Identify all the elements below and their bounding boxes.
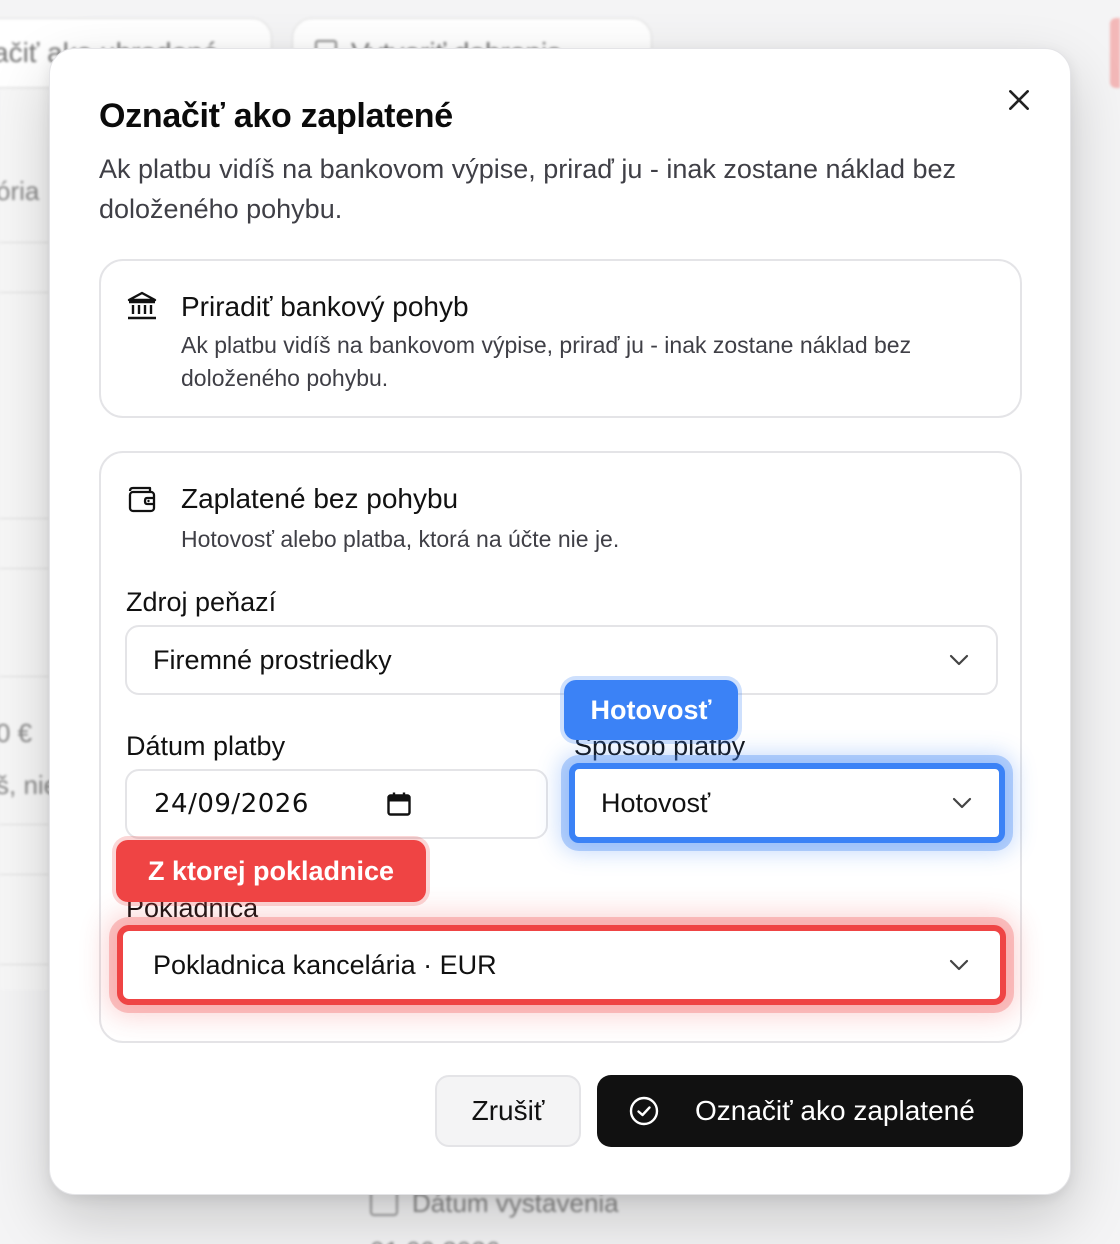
cancel-button[interactable]: Zrušiť <box>435 1075 581 1147</box>
chevron-down-icon <box>949 654 969 666</box>
bg-side-panel <box>0 90 48 990</box>
check-circle-icon <box>629 1096 659 1126</box>
payment-date-value: 24/09/2026 <box>154 789 309 819</box>
annotation-tag-payment-method: Hotovosť <box>564 680 738 740</box>
dialog-title: Označiť ako zaplatené <box>99 97 453 135</box>
bg-divider <box>0 874 48 875</box>
calendar-icon[interactable] <box>386 791 412 817</box>
bg-date-value: 01.09.2026 <box>370 1236 500 1244</box>
payment-method-value: Hotovosť <box>601 787 711 818</box>
option-bank-title: Priradiť bankový pohyb <box>181 291 469 322</box>
money-source-select[interactable]: Firemné prostriedky <box>125 625 998 695</box>
close-button[interactable] <box>1002 83 1036 117</box>
option-bank-description: Ak platbu vidíš na bankovom výpise, prir… <box>181 332 912 391</box>
option-paid-without-movement: Zaplatené bez pohybu Hotovosť alebo plat… <box>99 451 1022 1043</box>
confirm-mark-paid-button[interactable]: Označiť ako zaplatené <box>597 1075 1023 1147</box>
bg-divider <box>0 964 48 965</box>
bg-divider <box>0 568 48 569</box>
bg-divider <box>0 676 48 677</box>
payment-date-input[interactable]: 24/09/2026 <box>125 769 548 839</box>
cash-register-select[interactable]: Pokladnica kancelária · EUR <box>117 925 1006 1005</box>
annotation-tag-cash-register: Z ktorej pokladnice <box>116 840 426 902</box>
payment-date-label: Dátum platby <box>126 731 286 761</box>
dialog-subtitle: Ak platbu vidíš na bankovom výpise, prir… <box>99 154 957 224</box>
mark-paid-dialog: Označiť ako zaplatené Ak platbu vidíš na… <box>49 48 1071 1195</box>
wallet-icon <box>128 486 156 513</box>
bg-divider <box>0 824 48 825</box>
chevron-down-icon <box>952 797 972 809</box>
money-source-label: Zdroj peňazí <box>126 587 277 617</box>
bank-icon <box>127 291 157 320</box>
annotation-tag-blue-text: Hotovosť <box>590 694 712 725</box>
annotation-tag-red-text: Z ktorej pokladnice <box>147 855 395 886</box>
confirm-button-label: Označiť ako zaplatené <box>695 1095 975 1126</box>
bg-divider <box>0 518 48 519</box>
money-source-value: Firemné prostriedky <box>153 644 392 675</box>
option-cash-description: Hotovosť alebo platba, ktorá na účte nie… <box>181 526 620 552</box>
cash-register-value: Pokladnica kancelária · EUR <box>153 949 497 980</box>
bg-side-amount: 0 € <box>0 718 33 748</box>
payment-method-select[interactable]: Hotovosť <box>569 763 1005 843</box>
bg-divider <box>0 242 48 243</box>
bg-divider <box>0 292 48 293</box>
cancel-button-label: Zrušiť <box>471 1095 545 1126</box>
option-cash-title: Zaplatené bez pohybu <box>181 483 459 514</box>
chevron-down-icon <box>949 959 969 971</box>
close-icon <box>1009 90 1029 110</box>
bg-side-text: ória <box>0 176 40 206</box>
option-assign-bank-movement[interactable]: Priradiť bankový pohyb Ak platbu vidíš n… <box>99 259 1022 418</box>
bg-red-button-edge <box>1110 18 1120 88</box>
